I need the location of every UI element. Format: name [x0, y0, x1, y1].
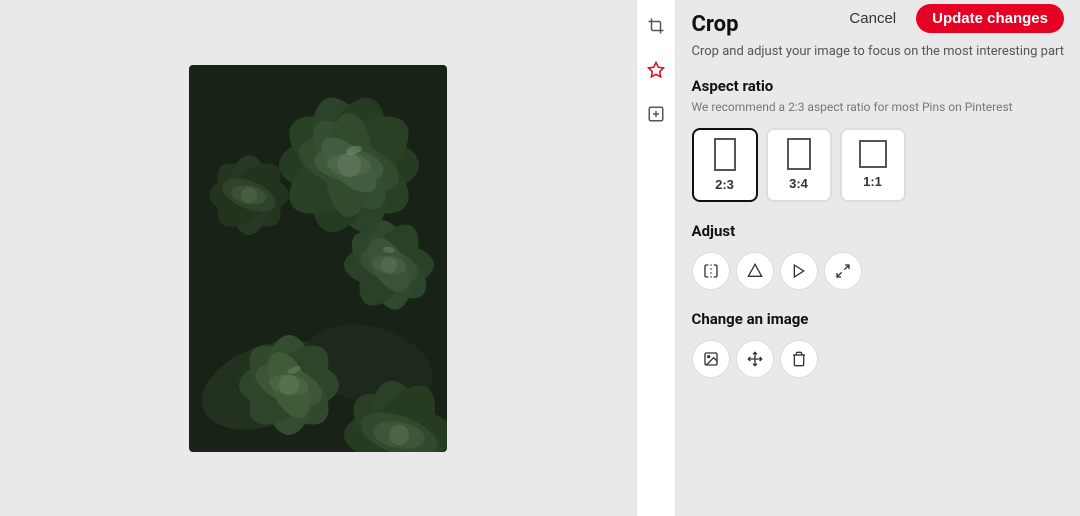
image-container	[189, 65, 447, 452]
flip-horizontal-button[interactable]	[692, 252, 730, 290]
sidebar-description: Crop and adjust your image to focus on t…	[692, 43, 1064, 61]
change-image-section: Change an image	[692, 310, 1064, 378]
aspect-btn-2-3[interactable]: 2:3	[692, 128, 758, 202]
canvas-area	[0, 0, 636, 516]
aspect-btn-3-4[interactable]: 3:4	[766, 128, 832, 202]
text-icon[interactable]	[642, 100, 670, 128]
play-button[interactable]	[780, 252, 818, 290]
update-changes-button[interactable]: Update changes	[916, 4, 1064, 33]
aspect-label-1-1: 1:1	[863, 174, 882, 189]
aspect-ratio-group: 2:3 3:4 1:1	[692, 128, 1064, 202]
expand-button[interactable]	[824, 252, 862, 290]
adjust-btn-group	[692, 252, 1064, 290]
star-icon[interactable]	[642, 56, 670, 84]
aspect-ratio-title: Aspect ratio	[692, 77, 1064, 95]
cancel-button[interactable]: Cancel	[837, 4, 908, 33]
triangle-button[interactable]	[736, 252, 774, 290]
move-image-button[interactable]	[736, 340, 774, 378]
aspect-ratio-subtitle: We recommend a 2:3 aspect ratio for most…	[692, 99, 1064, 116]
delete-image-button[interactable]	[780, 340, 818, 378]
aspect-btn-1-1[interactable]: 1:1	[840, 128, 906, 202]
sidebar-icon-bar	[636, 0, 676, 516]
right-panel: Crop Crop and adjust your image to focus…	[636, 0, 1080, 516]
sidebar-content: Crop Crop and adjust your image to focus…	[676, 0, 1080, 516]
top-bar: Cancel Update changes	[0, 0, 1080, 36]
main-area: Crop Crop and adjust your image to focus…	[0, 0, 1080, 516]
change-image-btn-group	[692, 340, 1064, 378]
aspect-label-2-3: 2:3	[715, 177, 734, 192]
succulent-image	[189, 65, 447, 452]
change-image-title: Change an image	[692, 310, 1064, 328]
upload-image-button[interactable]	[692, 340, 730, 378]
adjust-title: Adjust	[692, 222, 1064, 240]
adjust-section: Adjust	[692, 222, 1064, 290]
aspect-label-3-4: 3:4	[789, 176, 808, 191]
